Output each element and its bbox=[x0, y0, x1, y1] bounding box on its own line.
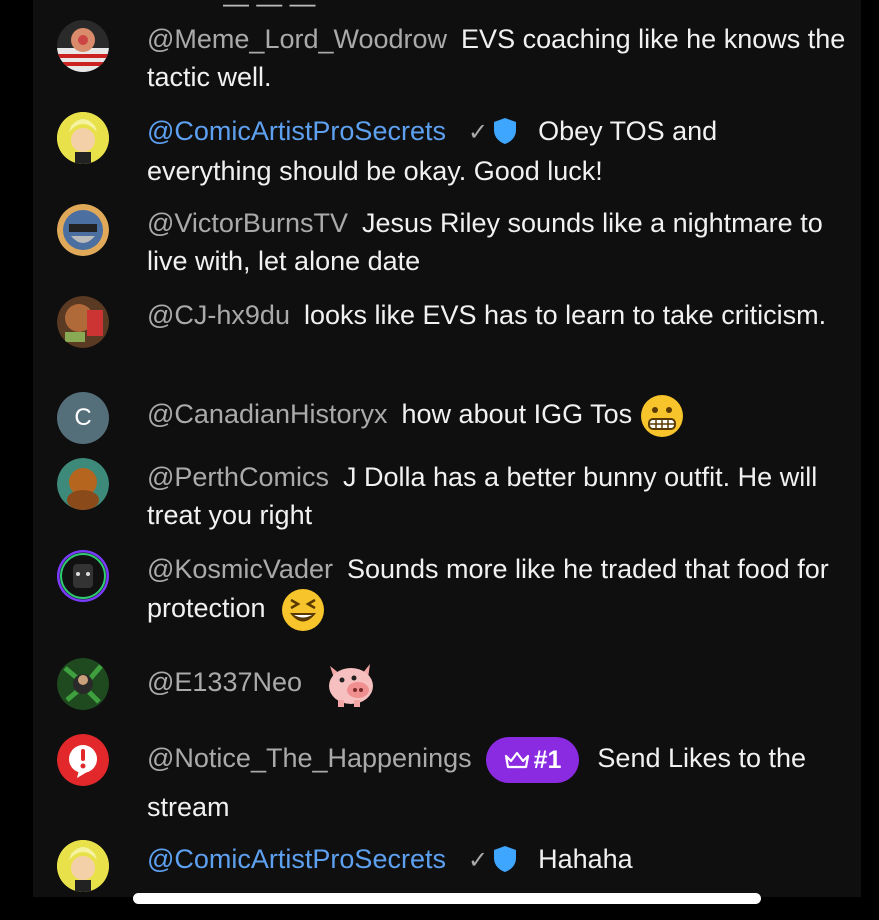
rank-badge: #1 bbox=[485, 736, 580, 783]
grimacing-face-icon bbox=[640, 394, 684, 438]
avatar[interactable] bbox=[57, 550, 109, 602]
avatar[interactable] bbox=[57, 658, 109, 710]
shield-icon bbox=[494, 118, 517, 144]
check-icon: ✓ bbox=[467, 119, 489, 146]
author-name[interactable]: @Notice_The_Happenings bbox=[147, 743, 472, 773]
avatar[interactable] bbox=[57, 296, 109, 348]
author-name[interactable]: @ComicArtistProSecrets bbox=[147, 116, 446, 146]
shield-icon bbox=[494, 846, 517, 872]
pig-face-icon bbox=[324, 660, 378, 708]
laughing-squint-face-icon bbox=[281, 588, 325, 632]
author-name[interactable]: @E1337Neo bbox=[147, 667, 302, 697]
message-text: looks like EVS has to learn to take crit… bbox=[303, 300, 827, 330]
rank-badge-label: #1 bbox=[533, 745, 562, 774]
author-name[interactable]: @VictorBurnsTV bbox=[147, 208, 348, 238]
author-name[interactable]: @PerthComics bbox=[147, 462, 329, 492]
avatar[interactable] bbox=[57, 20, 109, 72]
author-name[interactable]: @KosmicVader bbox=[147, 554, 333, 584]
avatar[interactable] bbox=[57, 458, 109, 510]
home-indicator[interactable] bbox=[133, 893, 761, 904]
avatar[interactable] bbox=[57, 840, 109, 892]
avatar[interactable] bbox=[57, 204, 109, 256]
author-name[interactable]: @ComicArtistProSecrets bbox=[147, 844, 446, 874]
avatar[interactable] bbox=[57, 734, 109, 786]
clipped-message-remnant: — — — bbox=[223, 0, 316, 18]
author-name[interactable]: @CJ-hx9du bbox=[147, 300, 290, 330]
check-icon: ✓ bbox=[467, 847, 489, 874]
live-chat-panel: — — — @Meme_Lord_Woodrow EVS coaching lik… bbox=[33, 0, 861, 897]
message-text: Hahaha bbox=[538, 844, 633, 874]
avatar[interactable] bbox=[57, 112, 109, 164]
avatar[interactable]: C bbox=[57, 392, 109, 444]
author-name[interactable]: @CanadianHistoryx bbox=[147, 399, 388, 429]
author-name[interactable]: @Meme_Lord_Woodrow bbox=[147, 24, 447, 54]
crown-icon bbox=[504, 751, 529, 768]
message-text: how about IGG Tos bbox=[401, 399, 633, 430]
avatar-letter: C bbox=[74, 404, 92, 431]
